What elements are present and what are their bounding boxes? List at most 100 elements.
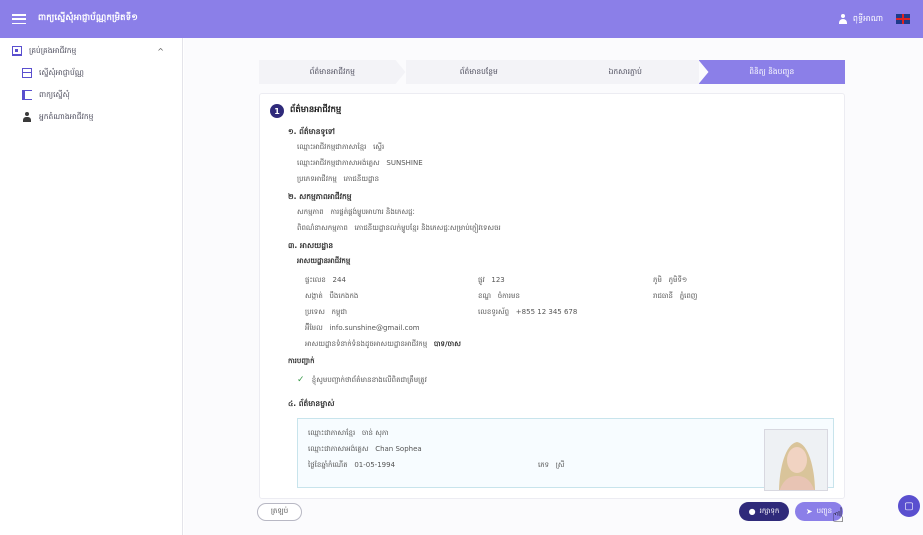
row-type: ប្រភេទអាជីវកម្ម ភោជនីយដ្ឋាន [297, 175, 379, 185]
row-owner-kh: ឈ្មោះជាភាសាខ្មែរ ចាន់ សុភា [308, 429, 389, 439]
value: Chan Sophea [375, 445, 422, 453]
label: ថ្ងៃខែឆ្នាំកំណើត [308, 461, 348, 469]
value: ភ្នំពេញ [679, 292, 698, 300]
save-button[interactable]: ● រក្សាទុក [739, 502, 789, 521]
label: ផ្ទះលេខ [305, 276, 326, 284]
portrait-image [765, 430, 827, 490]
subsection-address: ៣. អាសយដ្ឋាន [288, 241, 334, 250]
value: កម្ពុជា [331, 308, 348, 316]
row-activity: សកម្មភាព ការផ្គត់ផ្គង់ម្ហូបអាហារ និងភេសជ… [297, 208, 415, 218]
value: ភោជនីយដ្ឋាន [343, 175, 380, 183]
label: ឈ្មោះអាជីវកម្មជាភាសាខ្មែរ [297, 143, 367, 151]
top-header: ពាក្យស្នើសុំអាជ្ញាប័ណ្ណកម្រិតទី១ ពុទ្ធីអ… [0, 0, 923, 38]
uk-flag-icon[interactable] [896, 14, 910, 24]
sidebar-item-applications[interactable]: ពាក្យស្នើសុំ [0, 84, 182, 106]
chevron-up-icon: ^ [157, 46, 164, 56]
label: សង្កាត់ [305, 292, 323, 300]
sidebar-item-label: អ្នកតំណាងអាជីវកម្ម [39, 111, 94, 121]
row-province: រាជធានី ភ្នំពេញ [653, 292, 697, 302]
value: 123 [491, 276, 505, 284]
step-business-info[interactable]: ព័ត៌មានអាជីវកម្ម [259, 60, 406, 84]
value: info.sunshine@gmail.com [329, 324, 420, 332]
value: ចាន់ សុភា [361, 429, 389, 437]
table-icon [22, 68, 32, 78]
label: លេខទូរស័ព្ទ [478, 308, 510, 316]
value: បាទ/ចាស [433, 340, 461, 348]
section-number-badge: 1 [270, 104, 284, 118]
sidebar-item-apply[interactable]: ស្នើសុំអាជ្ញាប័ណ្ណ [0, 62, 182, 84]
main-content: ព័ត៌មានអាជីវកម្ម ព័ត៌មានបន្ថែម ឯកសារភ្ជា… [184, 38, 923, 535]
hand-cursor-icon: ☝ [832, 503, 845, 527]
step-attachments[interactable]: ឯកសារភ្ជាប់ [552, 60, 699, 84]
label: សកម្មភាព [297, 208, 324, 216]
row-same-address: អាសយដ្ឋានទំនាក់ទំនងដូចអាសយដ្ឋានអាជីវកម្ម… [305, 340, 461, 350]
save-label: រក្សាទុក [759, 506, 780, 515]
sidebar-group-business[interactable]: គ្រប់គ្រងអាជីវកម្ម ^ [0, 40, 182, 62]
row-district: ខណ្ឌ ចំការមន [478, 292, 520, 302]
review-card: 1 ព័ត៌មានអាជីវកម្ម ១. ព័ត៌មានទូទៅ ឈ្មោះអ… [259, 93, 845, 499]
row-name-en: ឈ្មោះអាជីវកម្មជាភាសាអង់គ្លេស SUNSHINE [297, 159, 423, 169]
value: ការផ្គត់ផ្គង់ម្ហូបអាហារ និងភេសជ្ជៈ [330, 208, 415, 216]
row-commune: សង្កាត់ បឹងកេងកង [305, 292, 358, 302]
value: ស្ទើរ [373, 143, 385, 151]
row-street: ផ្លូវ 123 [478, 276, 505, 286]
row-village: ភូមិ ភូមិទី១ [653, 276, 687, 286]
confirm-text: ខ្ញុំសូមបញ្ជាក់ថាព័ត៌មានខាងលើពិតជាត្រឹមត… [311, 376, 427, 384]
row-owner-en: ឈ្មោះជាភាសាអង់គ្លេស Chan Sophea [308, 445, 422, 455]
subsection-activity: ២. សកម្មភាពអាជីវកម្ម [288, 192, 352, 201]
address-title: អាសយដ្ឋានអាជីវកម្ម [297, 257, 351, 265]
value: 244 [332, 276, 346, 284]
row-name-kh: ឈ្មោះអាជីវកម្មជាភាសាខ្មែរ ស្ទើរ [297, 143, 384, 153]
label: ខណ្ឌ [478, 292, 491, 300]
send-icon: ➤ [805, 507, 813, 516]
label: ប្រទេស [305, 308, 325, 316]
row-email: អ៊ីមែល info.sunshine@gmail.com [305, 324, 420, 334]
value: ភោជនីយដ្ឋានលក់ម្ហូបខ្មែរ និងភេសជ្ជៈសម្រា… [354, 224, 501, 232]
sidebar: គ្រប់គ្រងអាជីវកម្ម ^ ស្នើសុំអាជ្ញាប័ណ្ណ … [0, 38, 183, 535]
check-icon: ✓ [297, 375, 305, 385]
owner-photo [764, 429, 828, 491]
owner-detail-box: ឈ្មោះជាភាសាខ្មែរ ចាន់ សុភា ឈ្មោះជាភាសាអង… [297, 418, 834, 491]
label: ផ្លូវ [478, 276, 485, 284]
row-phone: លេខទូរស័ព្ទ +855 12 345 678 [478, 308, 577, 318]
step-additional-info[interactable]: ព័ត៌មានបន្ថែម [405, 60, 552, 84]
back-button[interactable]: ត្រឡប់ [257, 503, 302, 521]
value: ភូមិទី១ [668, 276, 688, 284]
label: រាជធានី [653, 292, 673, 300]
value: បឹងកេងកង [329, 292, 359, 300]
step-review-submit[interactable]: ពិនិត្យ និងបញ្ជូន [698, 60, 845, 84]
value: ស្រី [555, 461, 565, 469]
section-title-text: ព័ត៌មានអាជីវកម្ម [290, 105, 342, 115]
chat-bubble-icon[interactable]: ▢ [898, 495, 920, 517]
app-title: ពាក្យស្នើសុំអាជ្ញាប័ណ្ណកម្រិតទី១ [38, 13, 139, 23]
hamburger-menu-icon[interactable] [12, 14, 26, 24]
label: ឈ្មោះជាភាសាអង់គ្លេស [308, 445, 369, 453]
sidebar-group-label: គ្រប់គ្រងអាជីវកម្ម [29, 45, 77, 55]
confirm-title: ការបញ្ជាក់ [288, 357, 315, 365]
label: អាសយដ្ឋានទំនាក់ទំនងដូចអាសយដ្ឋានអាជីវកម្ម [305, 340, 428, 348]
label: អ៊ីមែល [305, 324, 323, 332]
people-icon [22, 112, 32, 122]
sidebar-item-label: ស្នើសុំអាជ្ញាប័ណ្ណ [39, 67, 84, 77]
user-icon [838, 14, 848, 24]
stepper: ព័ត៌មានអាជីវកម្ម ព័ត៌មានបន្ថែម ឯកសារភ្ជា… [259, 60, 845, 84]
label: ឈ្មោះជាភាសាខ្មែរ [308, 429, 356, 437]
building-icon [12, 46, 22, 56]
user-menu[interactable]: ពុទ្ធីអាណា [838, 13, 883, 25]
list-icon [22, 90, 32, 100]
label: ប្រភេទអាជីវកម្ម [297, 175, 337, 183]
save-icon: ● [748, 507, 756, 516]
value: SUNSHINE [386, 159, 423, 167]
row-house: ផ្ទះលេខ 244 [305, 276, 346, 286]
value: 01-05-1994 [354, 461, 396, 469]
submit-label: បញ្ជូន [816, 506, 833, 515]
row-gender: ភេទ ស្រី [538, 461, 565, 471]
section-title: 1 ព័ត៌មានអាជីវកម្ម [270, 104, 341, 118]
value: ចំការមន [497, 292, 520, 300]
label: ភូមិ [653, 276, 662, 284]
label: ឈ្មោះអាជីវកម្មជាភាសាអង់គ្លេស [297, 159, 380, 167]
subsection-owner: ៤. ព័ត៌មានម្ចាស់ [288, 399, 335, 408]
subsection-general: ១. ព័ត៌មានទូទៅ [288, 127, 335, 136]
value: +855 12 345 678 [515, 308, 578, 316]
sidebar-item-representatives[interactable]: អ្នកតំណាងអាជីវកម្ម [0, 106, 182, 128]
